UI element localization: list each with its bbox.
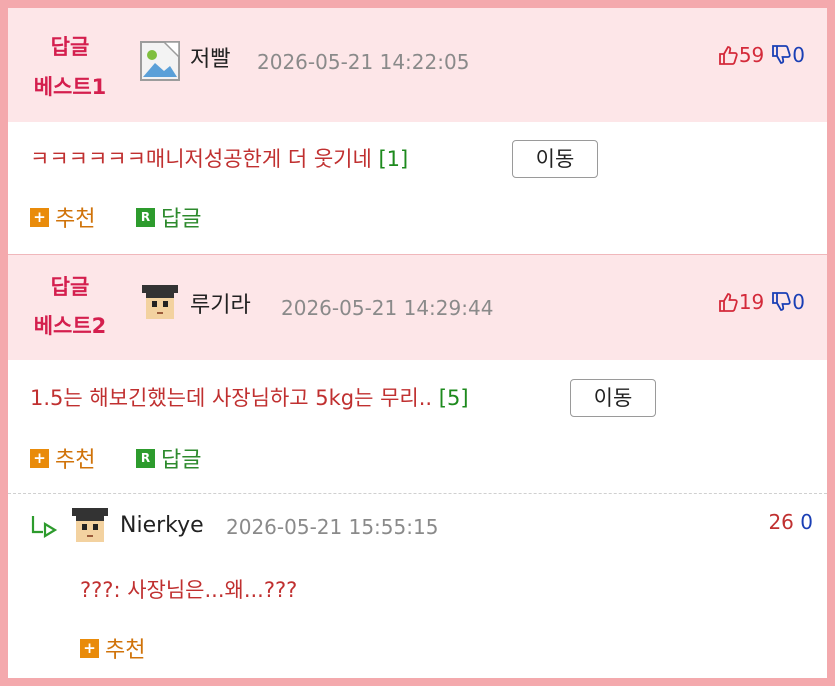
plus-icon: + [30,207,49,227]
recommend-label: 추천 [55,448,96,473]
upvote-count: 59 [738,43,765,67]
divider [8,493,827,494]
reply-r-icon: R [136,207,155,227]
vote-counts: 19 0 [717,288,805,316]
recommend-button[interactable]: + 추천 [80,632,145,664]
plus-icon: + [30,448,49,468]
thumbs-up-icon [718,46,738,65]
best-badge-line2: 베스트2 [33,314,107,338]
reply-button[interactable]: R 답글 [136,442,201,474]
comment-text-content: ㅋㅋㅋㅋㅋㅋ매니저성공한게 더 웃기네 [30,147,372,171]
move-button[interactable]: 이동 [570,379,656,417]
recommend-button[interactable]: + 추천 [30,442,95,474]
comment-text: ㅋㅋㅋㅋㅋㅋ매니저성공한게 더 웃기네 [1] [30,144,408,174]
reply-count[interactable]: [5] [439,386,469,410]
comment-text-content: 1.5는 해보긴했는데 사장님하고 5kg는 무리.. [30,386,433,410]
reply-text: ???: 사장님은...왜...??? [80,578,298,602]
thumbs-down-icon [772,292,791,311]
recommend-label: 추천 [55,207,96,232]
avatar[interactable] [70,506,110,546]
best-badge-line1: 답글 [50,35,90,59]
avatar[interactable] [140,283,180,323]
downvote-count[interactable]: 0 [800,510,813,534]
recommend-button[interactable]: + 추천 [30,201,95,233]
timestamp: 2026-05-21 14:22:05 [257,50,470,74]
recommend-label: 추천 [105,638,146,663]
reply-label: 답글 [161,207,202,232]
timestamp: 2026-05-21 14:29:44 [281,296,494,320]
best-badge-line2: 베스트1 [33,75,107,99]
reply-label: 답글 [161,448,202,473]
downvote-count: 0 [792,290,805,314]
reply-count[interactable]: [1] [378,147,408,171]
upvote[interactable]: 59 [717,41,764,69]
nickname[interactable]: Nierkye [120,512,204,540]
timestamp: 2026-05-21 15:55:15 [226,515,439,539]
move-button[interactable]: 이동 [512,140,598,178]
reply-arrow-icon [31,516,58,538]
upvote-count[interactable]: 26 [768,510,793,534]
thumbs-up-icon [718,293,738,312]
nickname[interactable]: 루기라 [190,292,251,320]
comment-text: 1.5는 해보긴했는데 사장님하고 5kg는 무리.. [5] [30,383,469,413]
comment-list: 답글 베스트1 저빨 2026-05-21 14:22:05 59 0 ㅋㅋㅋㅋ… [8,8,827,678]
comment-header: 답글 베스트2 루기라 2026-05-21 14:29:44 19 0 [8,255,827,360]
best-badge-line1: 답글 [50,275,90,299]
downvote-count: 0 [792,43,805,67]
downvote[interactable]: 0 [770,41,805,69]
vote-counts: 59 0 [717,41,805,69]
thumbs-down-icon [772,45,791,64]
vote-counts: 26 0 [768,508,813,536]
comment-header: 답글 베스트1 저빨 2026-05-21 14:22:05 59 0 [8,8,827,122]
upvote-count: 19 [738,290,765,314]
nickname[interactable]: 저빨 [190,46,230,74]
downvote[interactable]: 0 [770,288,805,316]
broken-image-icon[interactable] [140,41,180,81]
upvote[interactable]: 19 [717,288,764,316]
reply-button[interactable]: R 답글 [136,201,201,233]
plus-icon: + [80,638,99,658]
reply-r-icon: R [136,448,155,468]
